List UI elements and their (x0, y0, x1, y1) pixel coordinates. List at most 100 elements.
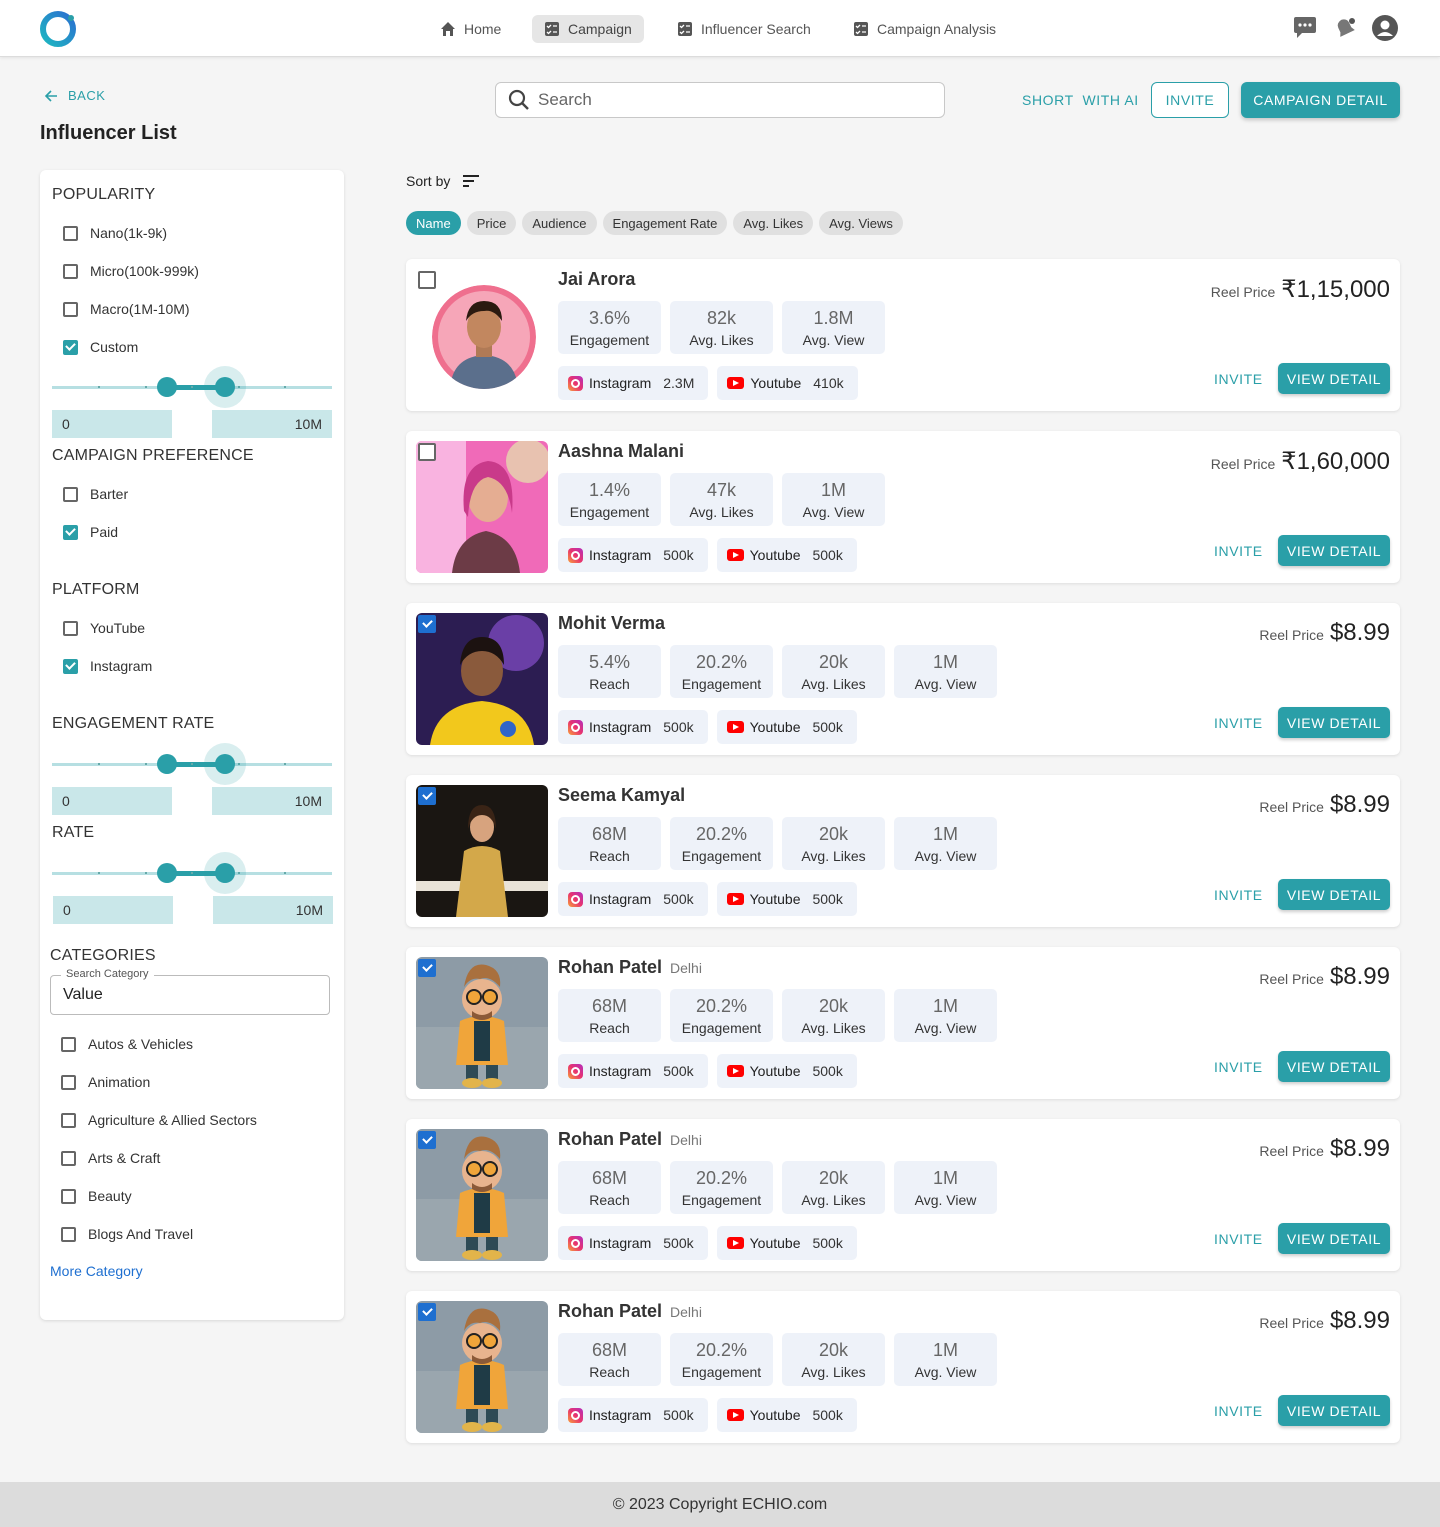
bell-icon[interactable] (1331, 14, 1359, 42)
category-beauty[interactable]: Beauty (61, 1188, 132, 1204)
filter-nano[interactable]: Nano(1k-9k) (63, 225, 167, 241)
select-checkbox[interactable] (418, 959, 436, 977)
influencer-name[interactable]: Rohan Patel (558, 957, 662, 977)
checkbox[interactable] (63, 225, 78, 241)
slider-max-handle[interactable] (215, 863, 235, 883)
select-checkbox[interactable] (418, 787, 436, 805)
sort-chip-audience[interactable]: Audience (522, 211, 597, 235)
chat-icon[interactable] (1291, 14, 1319, 42)
sort-chip-price[interactable]: Price (466, 211, 517, 235)
card-invite-button[interactable]: INVITE (1214, 543, 1263, 559)
select-checkbox[interactable] (418, 443, 436, 461)
sort-chip-avg-views[interactable]: Avg. Views (819, 211, 903, 235)
instagram-badge[interactable]: Instagram 500k (558, 710, 708, 744)
back-button[interactable]: BACK (44, 88, 105, 103)
slider-max-handle[interactable] (215, 754, 235, 774)
card-invite-button[interactable]: INVITE (1214, 371, 1263, 387)
youtube-badge[interactable]: Youtube 500k (716, 710, 857, 744)
view-detail-button[interactable]: VIEW DETAIL (1278, 535, 1390, 566)
checkbox[interactable] (61, 1074, 76, 1090)
checkbox[interactable] (63, 620, 78, 636)
category-autos[interactable]: Autos & Vehicles (61, 1036, 193, 1052)
influencer-name[interactable]: Aashna Malani (558, 441, 684, 461)
category-agriculture[interactable]: Agriculture & Allied Sectors (61, 1112, 257, 1128)
influencer-name[interactable]: Seema Kamyal (558, 785, 685, 805)
filter-barter[interactable]: Barter (63, 486, 128, 502)
influencer-name[interactable]: Rohan Patel (558, 1129, 662, 1149)
checkbox-checked[interactable] (418, 1131, 436, 1149)
checkbox[interactable] (63, 263, 78, 279)
view-detail-button[interactable]: VIEW DETAIL (1278, 879, 1390, 910)
card-invite-button[interactable]: INVITE (1214, 1059, 1263, 1075)
checkbox[interactable] (63, 486, 78, 502)
youtube-badge[interactable]: Youtube 410k (717, 366, 858, 400)
category-animation[interactable]: Animation (61, 1074, 150, 1090)
view-detail-button[interactable]: VIEW DETAIL (1278, 707, 1390, 738)
nav-campaign-analysis[interactable]: Campaign Analysis (841, 15, 1008, 43)
influencer-name[interactable]: Jai Arora (558, 269, 635, 289)
instagram-badge[interactable]: Instagram 500k (558, 1226, 708, 1260)
category-arts[interactable]: Arts & Craft (61, 1150, 160, 1166)
view-detail-button[interactable]: VIEW DETAIL (1278, 1051, 1390, 1082)
view-detail-button[interactable]: VIEW DETAIL (1278, 363, 1390, 394)
checkbox[interactable] (418, 271, 436, 289)
checkbox-checked[interactable] (418, 615, 436, 633)
popularity-min-field[interactable]: 0 (52, 410, 172, 438)
profile-avatar-icon[interactable] (1371, 14, 1399, 42)
filter-macro[interactable]: Macro(1M-10M) (63, 301, 190, 317)
checkbox-checked[interactable] (63, 524, 78, 540)
filter-custom[interactable]: Custom (63, 339, 138, 355)
youtube-badge[interactable]: Youtube 500k (716, 1398, 857, 1432)
instagram-badge[interactable]: Instagram 500k (558, 1398, 708, 1432)
filter-youtube[interactable]: YouTube (63, 620, 145, 636)
card-invite-button[interactable]: INVITE (1214, 1231, 1263, 1247)
slider-min-handle[interactable] (157, 863, 177, 883)
card-invite-button[interactable]: INVITE (1214, 1403, 1263, 1419)
checkbox[interactable] (61, 1188, 76, 1204)
youtube-badge[interactable]: Youtube 500k (716, 1054, 857, 1088)
sort-icon[interactable] (462, 174, 480, 188)
filter-instagram[interactable]: Instagram (63, 658, 152, 674)
engagement-max-field[interactable]: 10M (212, 787, 332, 815)
youtube-badge[interactable]: Youtube 500k (716, 1226, 857, 1260)
filter-paid[interactable]: Paid (63, 524, 118, 540)
view-detail-button[interactable]: VIEW DETAIL (1278, 1223, 1390, 1254)
slider-max-handle[interactable] (215, 377, 235, 397)
nav-campaign[interactable]: Campaign (532, 15, 644, 43)
instagram-badge[interactable]: Instagram 500k (558, 882, 708, 916)
sort-chip-engagement-rate[interactable]: Engagement Rate (602, 211, 728, 235)
sort-chip-name[interactable]: Name (406, 211, 461, 235)
view-detail-button[interactable]: VIEW DETAIL (1278, 1395, 1390, 1426)
card-invite-button[interactable]: INVITE (1214, 715, 1263, 731)
slider-min-handle[interactable] (157, 377, 177, 397)
checkbox-checked[interactable] (63, 658, 78, 674)
engagement-min-field[interactable]: 0 (52, 787, 172, 815)
category-search-input[interactable]: Search Category Value (50, 968, 330, 1015)
rate-range-slider[interactable] (52, 852, 332, 894)
instagram-badge[interactable]: Instagram 500k (558, 1054, 708, 1088)
youtube-badge[interactable]: Youtube 500k (716, 882, 857, 916)
checkbox-checked[interactable] (418, 787, 436, 805)
instagram-badge[interactable]: Instagram 2.3M (558, 366, 709, 400)
select-checkbox[interactable] (418, 615, 436, 633)
filter-micro[interactable]: Micro(100k-999k) (63, 263, 199, 279)
popularity-range-slider[interactable] (52, 366, 332, 408)
checkbox[interactable] (61, 1150, 76, 1166)
influencer-photo[interactable] (432, 285, 536, 389)
influencer-name[interactable]: Mohit Verma (558, 613, 665, 633)
rate-min-field[interactable]: 0 (53, 896, 173, 924)
checkbox[interactable] (61, 1226, 76, 1242)
sort-chip-avg-likes[interactable]: Avg. Likes (733, 211, 814, 235)
search-input[interactable]: Search (495, 82, 945, 118)
checkbox-checked[interactable] (418, 959, 436, 977)
youtube-badge[interactable]: Youtube 500k (716, 538, 857, 572)
card-invite-button[interactable]: INVITE (1214, 887, 1263, 903)
slider-min-handle[interactable] (157, 754, 177, 774)
checkbox[interactable] (418, 443, 436, 461)
nav-home[interactable]: Home (428, 15, 513, 43)
checkbox-checked[interactable] (63, 339, 78, 355)
echio-logo[interactable] (38, 9, 78, 49)
select-checkbox[interactable] (418, 1131, 436, 1149)
select-checkbox[interactable] (418, 1303, 436, 1321)
popularity-max-field[interactable]: 10M (212, 410, 332, 438)
